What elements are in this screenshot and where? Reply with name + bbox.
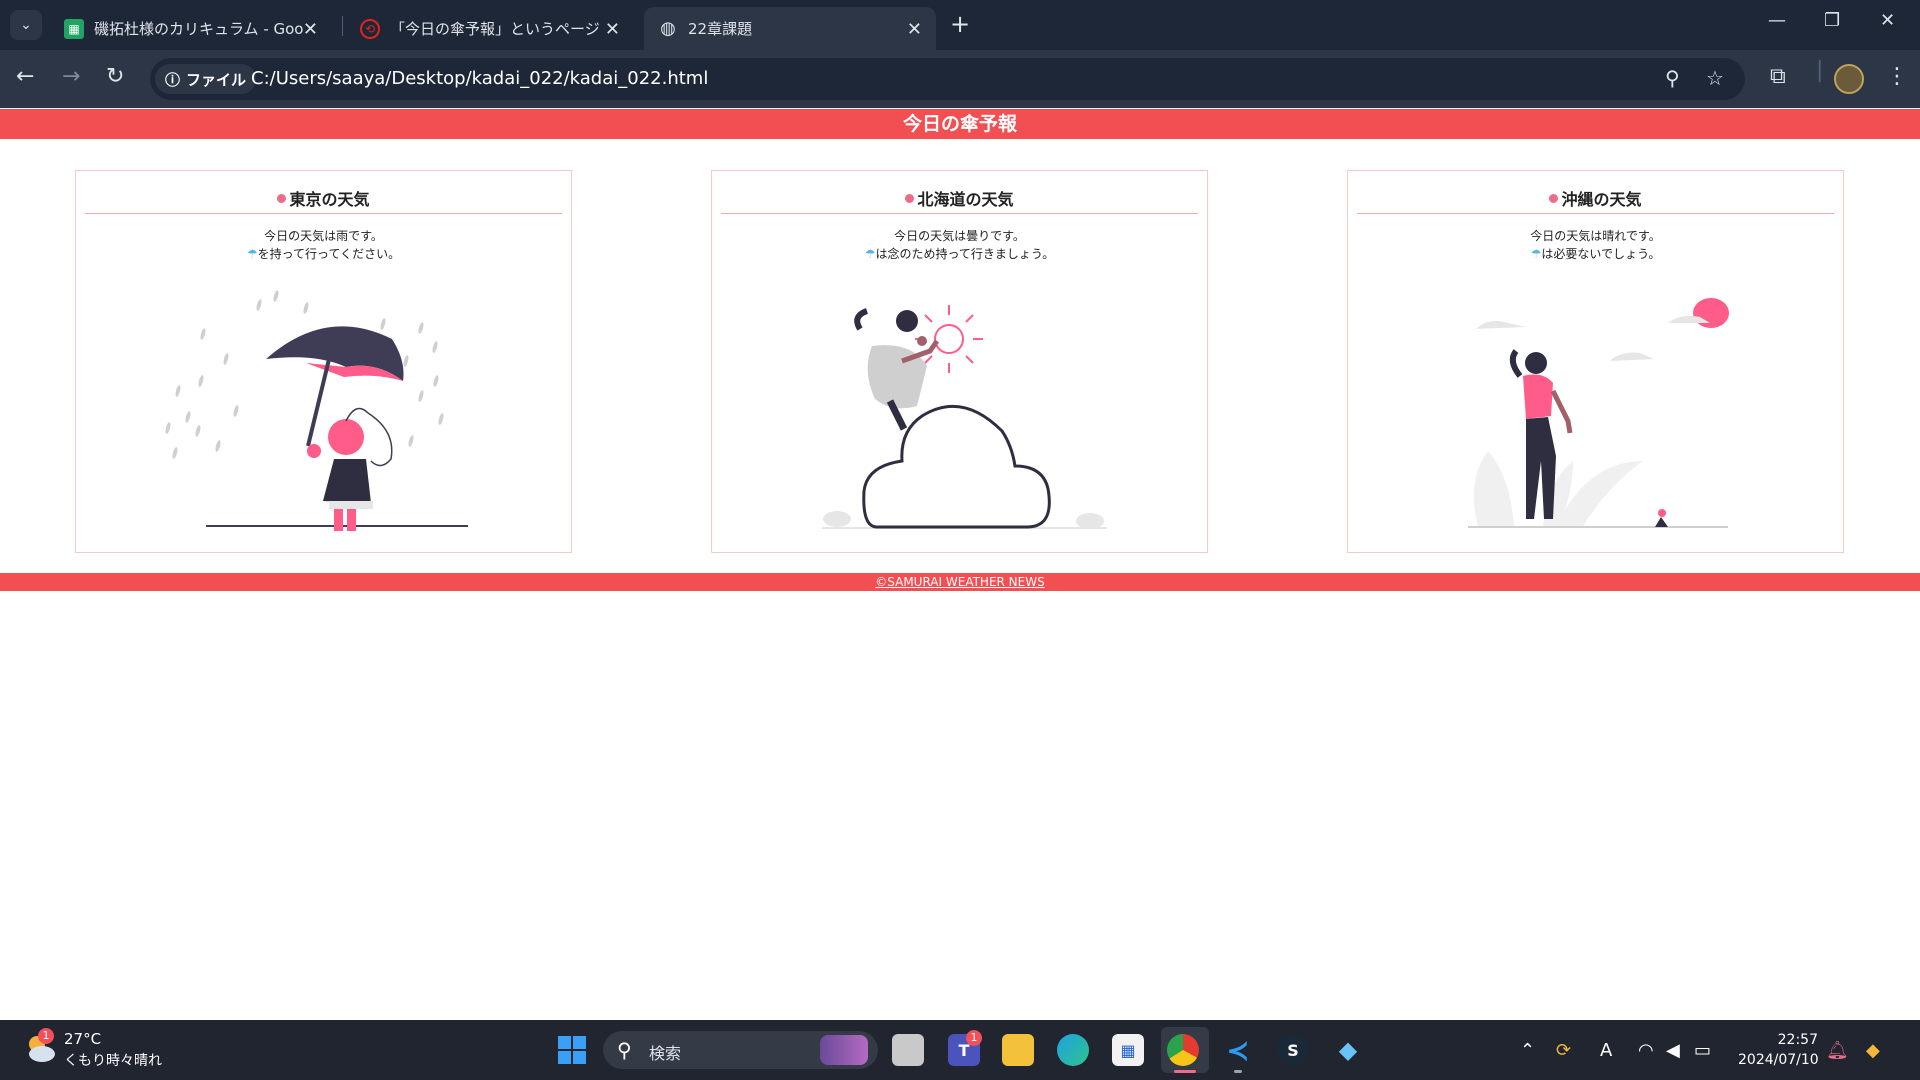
page-header: 今日の傘予報: [0, 109, 1920, 139]
tab-title: 磯拓杜様のカリキュラム - Google スプレッドシート: [94, 20, 304, 38]
card-description: 今日の天気は晴れです。 ☂は必要ないでしょう。: [1348, 227, 1843, 263]
bookmark-star-icon[interactable]: ☆: [1706, 66, 1724, 90]
advice-line: は必要ないでしょう。: [1541, 247, 1661, 261]
ime-mode-icon[interactable]: A: [1600, 1040, 1612, 1061]
clock-time: 22:57: [1777, 1032, 1818, 1048]
url-text[interactable]: C:/Users/saaya/Desktop/kadai_022/kadai_0…: [251, 68, 708, 89]
weather-line: 今日の天気は曇りです。: [894, 229, 1025, 243]
extensions-icon[interactable]: ⧉: [1770, 64, 1786, 89]
advice-line: を持って行ってください。: [257, 247, 401, 261]
back-icon[interactable]: ←: [16, 64, 34, 89]
forward-icon[interactable]: →: [62, 64, 80, 89]
close-window-icon[interactable]: ✕: [1880, 10, 1895, 31]
wifi-icon[interactable]: ◠: [1638, 1040, 1654, 1061]
card-heading: 北海道の天気: [721, 189, 1198, 214]
weather-badge: 1: [38, 1028, 54, 1044]
app-butterfly-icon[interactable]: ◆: [1332, 1034, 1364, 1066]
chrome-icon[interactable]: [1167, 1034, 1199, 1066]
umbrella-icon: ☂: [1530, 247, 1542, 261]
file-explorer-icon[interactable]: [1002, 1034, 1034, 1066]
weather-condition[interactable]: くもり時々晴れ: [64, 1050, 162, 1070]
page-title: 今日の傘予報: [902, 113, 1017, 135]
system-clock[interactable]: 22:57 2024/07/10: [1738, 1030, 1819, 1070]
close-icon[interactable]: ✕: [605, 19, 620, 40]
vscode-icon[interactable]: ≺: [1222, 1034, 1254, 1067]
card-heading: 東京の天気: [85, 189, 562, 214]
copilot-icon[interactable]: ◆: [1866, 1040, 1880, 1061]
bullet-dot-icon: [905, 194, 915, 203]
page-footer: ©SAMURAI WEATHER NEWS: [0, 573, 1920, 591]
samurai-icon: ⟲: [360, 18, 380, 39]
tab-samurai[interactable]: ⟲ 「今日の傘予報」というページを作成 ✕: [346, 7, 634, 50]
running-app-indicator: [1174, 1070, 1196, 1073]
card-title: 北海道の天気: [917, 190, 1014, 209]
umbrella-icon: ☂: [246, 247, 258, 261]
advice-line: は念のため持って行きましょう。: [875, 247, 1055, 261]
minimize-icon[interactable]: —: [1768, 10, 1786, 31]
new-tab-button[interactable]: +: [950, 10, 970, 38]
tab-title: 22章課題: [688, 20, 753, 38]
tab-active-kadai[interactable]: ◍ 22章課題 ✕: [644, 7, 936, 50]
bullet-dot-icon: [1549, 194, 1559, 203]
notification-bell-icon[interactable]: 🔔︎: [1826, 1040, 1849, 1061]
footer-link[interactable]: ©SAMURAI WEATHER NEWS: [875, 575, 1044, 589]
close-icon[interactable]: ✕: [907, 19, 922, 40]
weather-card-tokyo: 東京の天気 今日の天気は雨です。 ☂を持って行ってください。: [75, 170, 572, 553]
cloud-sun-illustration: [822, 305, 1107, 529]
running-app-indicator: [1234, 1070, 1242, 1073]
card-description: 今日の天気は雨です。 ☂を持って行ってください。: [76, 227, 571, 263]
tab-search-button[interactable]: ⌄: [10, 10, 42, 40]
site-info-chip[interactable]: ⓘ ファイル: [155, 64, 257, 94]
weather-line: 今日の天気は晴れです。: [1530, 229, 1661, 243]
edge-browser-icon[interactable]: [1057, 1034, 1089, 1066]
menu-kebab-icon[interactable]: ⋮: [1886, 64, 1908, 89]
restore-icon[interactable]: ❐: [1824, 10, 1840, 31]
chevron-down-icon: ⌄: [20, 17, 32, 33]
info-icon: ⓘ: [165, 70, 181, 89]
card-description: 今日の天気は曇りです。 ☂は念のため持って行きましょう。: [712, 227, 1207, 263]
sync-icon[interactable]: ⟳: [1556, 1040, 1571, 1061]
steam-icon[interactable]: S: [1277, 1034, 1309, 1066]
weather-line: 今日の天気は雨です。: [264, 229, 383, 243]
weather-card-okinawa: 沖縄の天気 今日の天気は晴れです。 ☂は必要ないでしょう。: [1347, 170, 1844, 553]
taskbar-search[interactable]: ⚲ 検索: [603, 1031, 878, 1069]
bullet-dot-icon: [277, 194, 287, 203]
tab-divider: [342, 16, 343, 36]
sheets-icon: ▦: [64, 18, 84, 39]
teams-badge: 1: [966, 1030, 982, 1046]
volume-icon[interactable]: ◀: [1666, 1040, 1680, 1061]
search-icon: ⚲: [617, 1038, 632, 1062]
windows-start-icon[interactable]: [558, 1036, 586, 1064]
umbrella-icon: ☂: [864, 247, 876, 261]
search-highlight-image: [820, 1035, 868, 1065]
chip-label: ファイル: [186, 70, 247, 89]
card-title: 東京の天気: [289, 190, 370, 209]
weather-temperature[interactable]: 27°C: [64, 1030, 101, 1048]
rain-umbrella-illustration: [165, 290, 468, 531]
clock-date: 2024/07/10: [1738, 1052, 1819, 1068]
tab-title: 「今日の傘予報」というページを作成: [390, 20, 600, 38]
close-icon[interactable]: ✕: [303, 19, 318, 40]
battery-icon[interactable]: ▭: [1694, 1040, 1711, 1061]
zoom-icon[interactable]: ⚲: [1665, 66, 1680, 90]
chevron-up-icon[interactable]: ⌃: [1520, 1040, 1535, 1061]
reload-icon[interactable]: ↻: [106, 64, 124, 89]
sunny-walk-illustration: [1468, 298, 1729, 528]
weather-card-hokkaido: 北海道の天気 今日の天気は曇りです。 ☂は念のため持って行きましょう。: [711, 170, 1208, 553]
task-view-icon[interactable]: [892, 1034, 924, 1066]
search-label: 検索: [649, 1044, 682, 1063]
card-title: 沖縄の天気: [1561, 190, 1642, 209]
microsoft-store-icon[interactable]: ▦: [1112, 1034, 1144, 1066]
toolbar-divider: |: [1816, 58, 1824, 83]
tab-spreadsheet[interactable]: ▦ 磯拓杜様のカリキュラム - Google スプレッドシート ✕: [50, 7, 332, 50]
card-heading: 沖縄の天気: [1357, 189, 1834, 214]
avatar[interactable]: [1834, 64, 1864, 94]
globe-icon: ◍: [660, 18, 676, 39]
